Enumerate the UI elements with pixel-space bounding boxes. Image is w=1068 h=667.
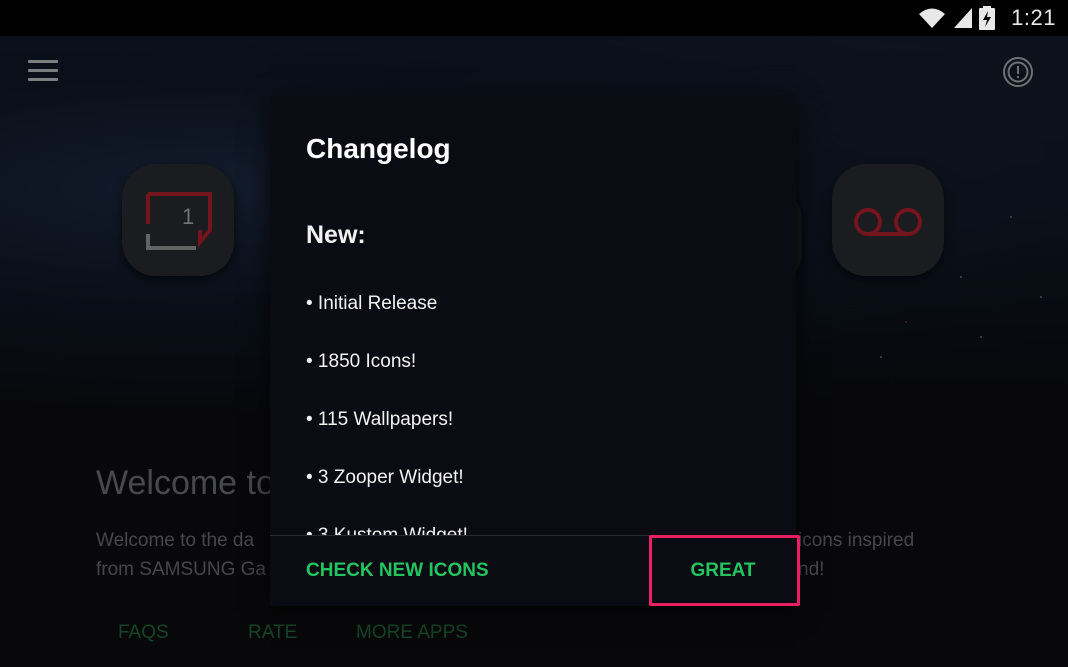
changelog-item: • 115 Wallpapers! <box>306 409 454 430</box>
changelog-item: • Initial Release <box>306 293 438 314</box>
highlight-box <box>649 535 800 606</box>
status-bar: 1:21 <box>0 0 1068 36</box>
check-new-icons-button[interactable]: CHECK NEW ICONS <box>306 560 489 582</box>
signal-icon <box>953 8 972 28</box>
status-icons <box>917 6 996 30</box>
status-time: 1:21 <box>1011 5 1056 30</box>
battery-charging-icon <box>979 6 995 30</box>
changelog-item: • 3 Zooper Widget! <box>306 467 464 488</box>
changelog-item: • 3 Kustom Widget! <box>306 523 766 535</box>
changelog-dialog: Changelog New: • Initial Release • 1850 … <box>270 95 796 606</box>
dialog-content[interactable]: New: • Initial Release • 1850 Icons! • 1… <box>306 215 766 535</box>
wifi-icon <box>919 8 946 28</box>
dialog-title: Changelog <box>306 133 451 164</box>
changelog-item: • 1850 Icons! <box>306 351 417 372</box>
section-heading: New: <box>306 221 366 249</box>
